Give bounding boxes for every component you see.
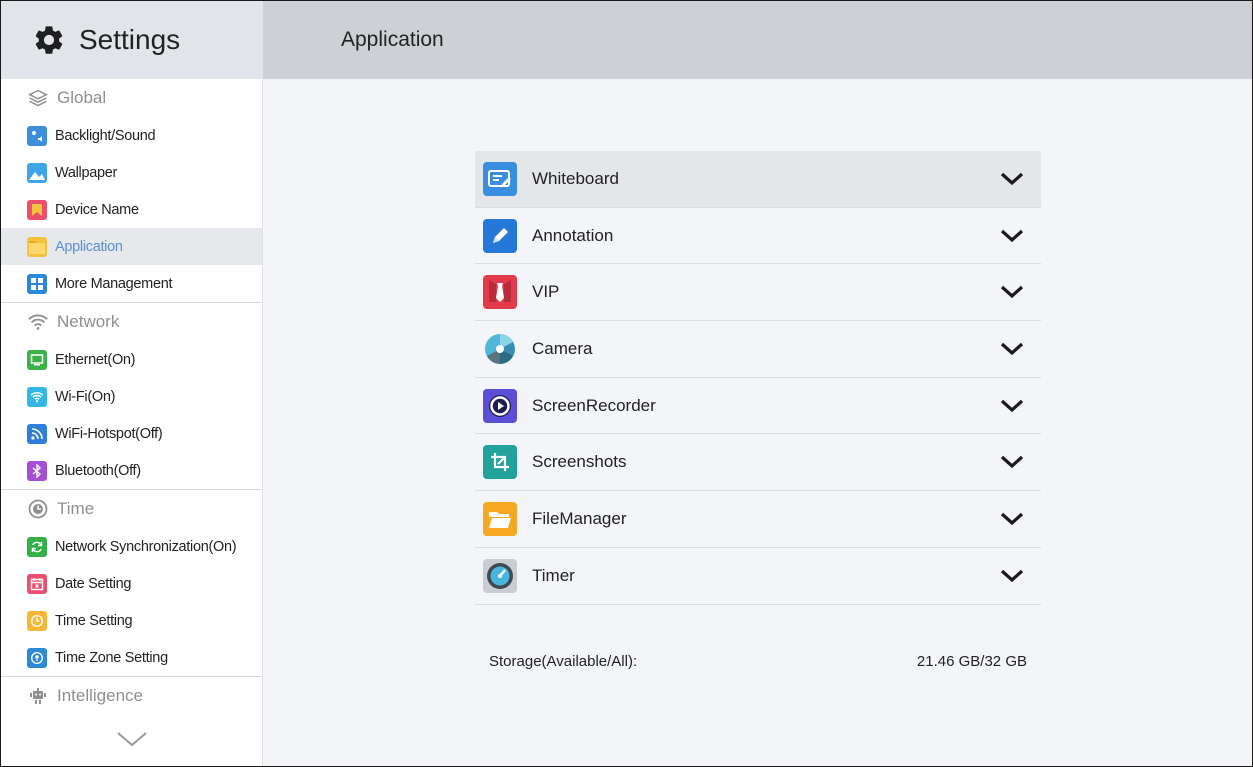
sidebar-item-ethernet[interactable]: Ethernet(On) (1, 341, 262, 378)
app-name: Timer (532, 565, 575, 585)
sidebar-item-label: Bluetooth(Off) (55, 462, 141, 479)
wallpaper-icon (27, 162, 47, 183)
chevron-down-icon[interactable] (997, 339, 1027, 359)
sync-icon (27, 536, 47, 557)
app-name: ScreenRecorder (532, 395, 656, 415)
sidebar-item-bluetooth[interactable]: Bluetooth(Off) (1, 452, 262, 489)
settings-window: Settings Application Global Backlight/So… (0, 0, 1253, 767)
app-row-vip[interactable]: VIP (475, 264, 1041, 322)
robot-icon (27, 685, 49, 707)
chevron-down-icon[interactable] (997, 566, 1027, 586)
wifi-icon (27, 386, 47, 407)
sidebar-item-time-setting[interactable]: Time Setting (1, 602, 262, 639)
section-header-global[interactable]: Global (1, 79, 262, 117)
sidebar-item-wifi[interactable]: Wi-Fi(On) (1, 378, 262, 415)
sidebar-item-label: WiFi-Hotspot(Off) (55, 425, 163, 442)
clock-icon (27, 498, 49, 520)
chevron-down-icon[interactable] (997, 396, 1027, 416)
backlight-icon (27, 125, 47, 146)
app-title: Settings (79, 24, 181, 55)
wifi-icon (27, 311, 49, 333)
scroll-down-button[interactable] (1, 731, 263, 752)
hotspot-icon (27, 423, 47, 444)
sidebar-item-date-setting[interactable]: Date Setting (1, 565, 262, 602)
sidebar-item-network-sync[interactable]: Network Synchronization(On) (1, 528, 262, 565)
storage-info: Storage(Available/All): 21.46 GB/32 GB (489, 653, 1027, 670)
sidebar-item-label: Backlight/Sound (55, 127, 156, 144)
app-row-screenshots[interactable]: Screenshots (475, 434, 1041, 492)
page-header: Application (263, 1, 1252, 79)
app-name: Screenshots (532, 452, 627, 472)
section-title: Network (57, 312, 120, 331)
sidebar-item-label: More Management (55, 275, 173, 292)
section-header-network[interactable]: Network (1, 303, 262, 341)
sidebar-item-time-zone[interactable]: Time Zone Setting (1, 639, 262, 676)
pen-icon (483, 218, 517, 253)
sidebar-item-backlight-sound[interactable]: Backlight/Sound (1, 117, 262, 154)
app-row-whiteboard[interactable]: Whiteboard (475, 151, 1041, 208)
app-row-timer[interactable]: Timer (475, 548, 1041, 605)
section-header-intelligence[interactable]: Intelligence (1, 677, 262, 715)
chevron-down-icon[interactable] (997, 509, 1027, 529)
layers-icon (27, 87, 49, 109)
section-header-time[interactable]: Time (1, 490, 262, 528)
folder-open-icon (483, 501, 517, 536)
sidebar-item-label: Time Zone Setting (55, 649, 168, 666)
bookmark-icon (27, 199, 47, 220)
sidebar-item-device-name[interactable]: Device Name (1, 191, 262, 228)
tie-icon (483, 275, 517, 310)
storage-value: 21.46 GB/32 GB (916, 653, 1027, 670)
bluetooth-icon (27, 460, 47, 481)
app-row-camera[interactable]: Camera (475, 321, 1041, 378)
crop-icon (483, 445, 517, 480)
app-name: FileManager (532, 508, 627, 528)
grid-icon (27, 273, 47, 294)
app-name: Annotation (532, 225, 614, 245)
calendar-icon (27, 573, 47, 594)
application-list: Whiteboard Annotation VIP Camera ScreenR… (475, 151, 1041, 605)
aperture-icon (483, 332, 517, 366)
chevron-down-icon[interactable] (997, 282, 1027, 302)
sidebar-item-label: Device Name (55, 201, 139, 218)
sidebar-item-label: Network Synchronization(On) (55, 538, 237, 555)
app-row-annotation[interactable]: Annotation (475, 208, 1041, 265)
section-title: Time (57, 499, 95, 518)
page-title: Application (341, 28, 444, 51)
sidebar: Global Backlight/Sound Wallpaper Device … (1, 79, 263, 766)
gear-icon (31, 22, 67, 58)
chevron-down-icon (116, 731, 148, 752)
section-title: Global (57, 88, 107, 107)
app-row-screenrecorder[interactable]: ScreenRecorder (475, 378, 1041, 435)
sidebar-item-label: Wi-Fi(On) (55, 388, 116, 405)
ethernet-icon (27, 349, 47, 370)
app-name: Whiteboard (532, 168, 619, 188)
sidebar-item-label: Wallpaper (55, 164, 118, 181)
sidebar-item-more-management[interactable]: More Management (1, 265, 262, 302)
clock-icon (27, 610, 47, 631)
folder-icon (27, 236, 47, 257)
app-row-filemanager[interactable]: FileManager (475, 491, 1041, 548)
sidebar-item-wallpaper[interactable]: Wallpaper (1, 154, 262, 191)
sidebar-item-label: Time Setting (55, 612, 133, 629)
timer-icon (483, 558, 517, 593)
app-name: VIP (532, 282, 560, 302)
section-title: Intelligence (57, 686, 144, 705)
whiteboard-icon (483, 161, 517, 196)
record-icon (483, 388, 517, 423)
location-icon (27, 647, 47, 668)
app-name: Camera (532, 338, 593, 358)
storage-label: Storage(Available/All): (489, 653, 638, 670)
settings-header: Settings (1, 1, 263, 79)
chevron-down-icon[interactable] (997, 169, 1027, 189)
chevron-down-icon[interactable] (997, 452, 1027, 472)
sidebar-item-label: Application (55, 238, 123, 255)
sidebar-item-application[interactable]: Application (1, 228, 262, 265)
sidebar-item-label: Date Setting (55, 575, 132, 592)
sidebar-item-wifi-hotspot[interactable]: WiFi-Hotspot(Off) (1, 415, 262, 452)
sidebar-item-label: Ethernet(On) (55, 351, 136, 368)
chevron-down-icon[interactable] (997, 226, 1027, 246)
